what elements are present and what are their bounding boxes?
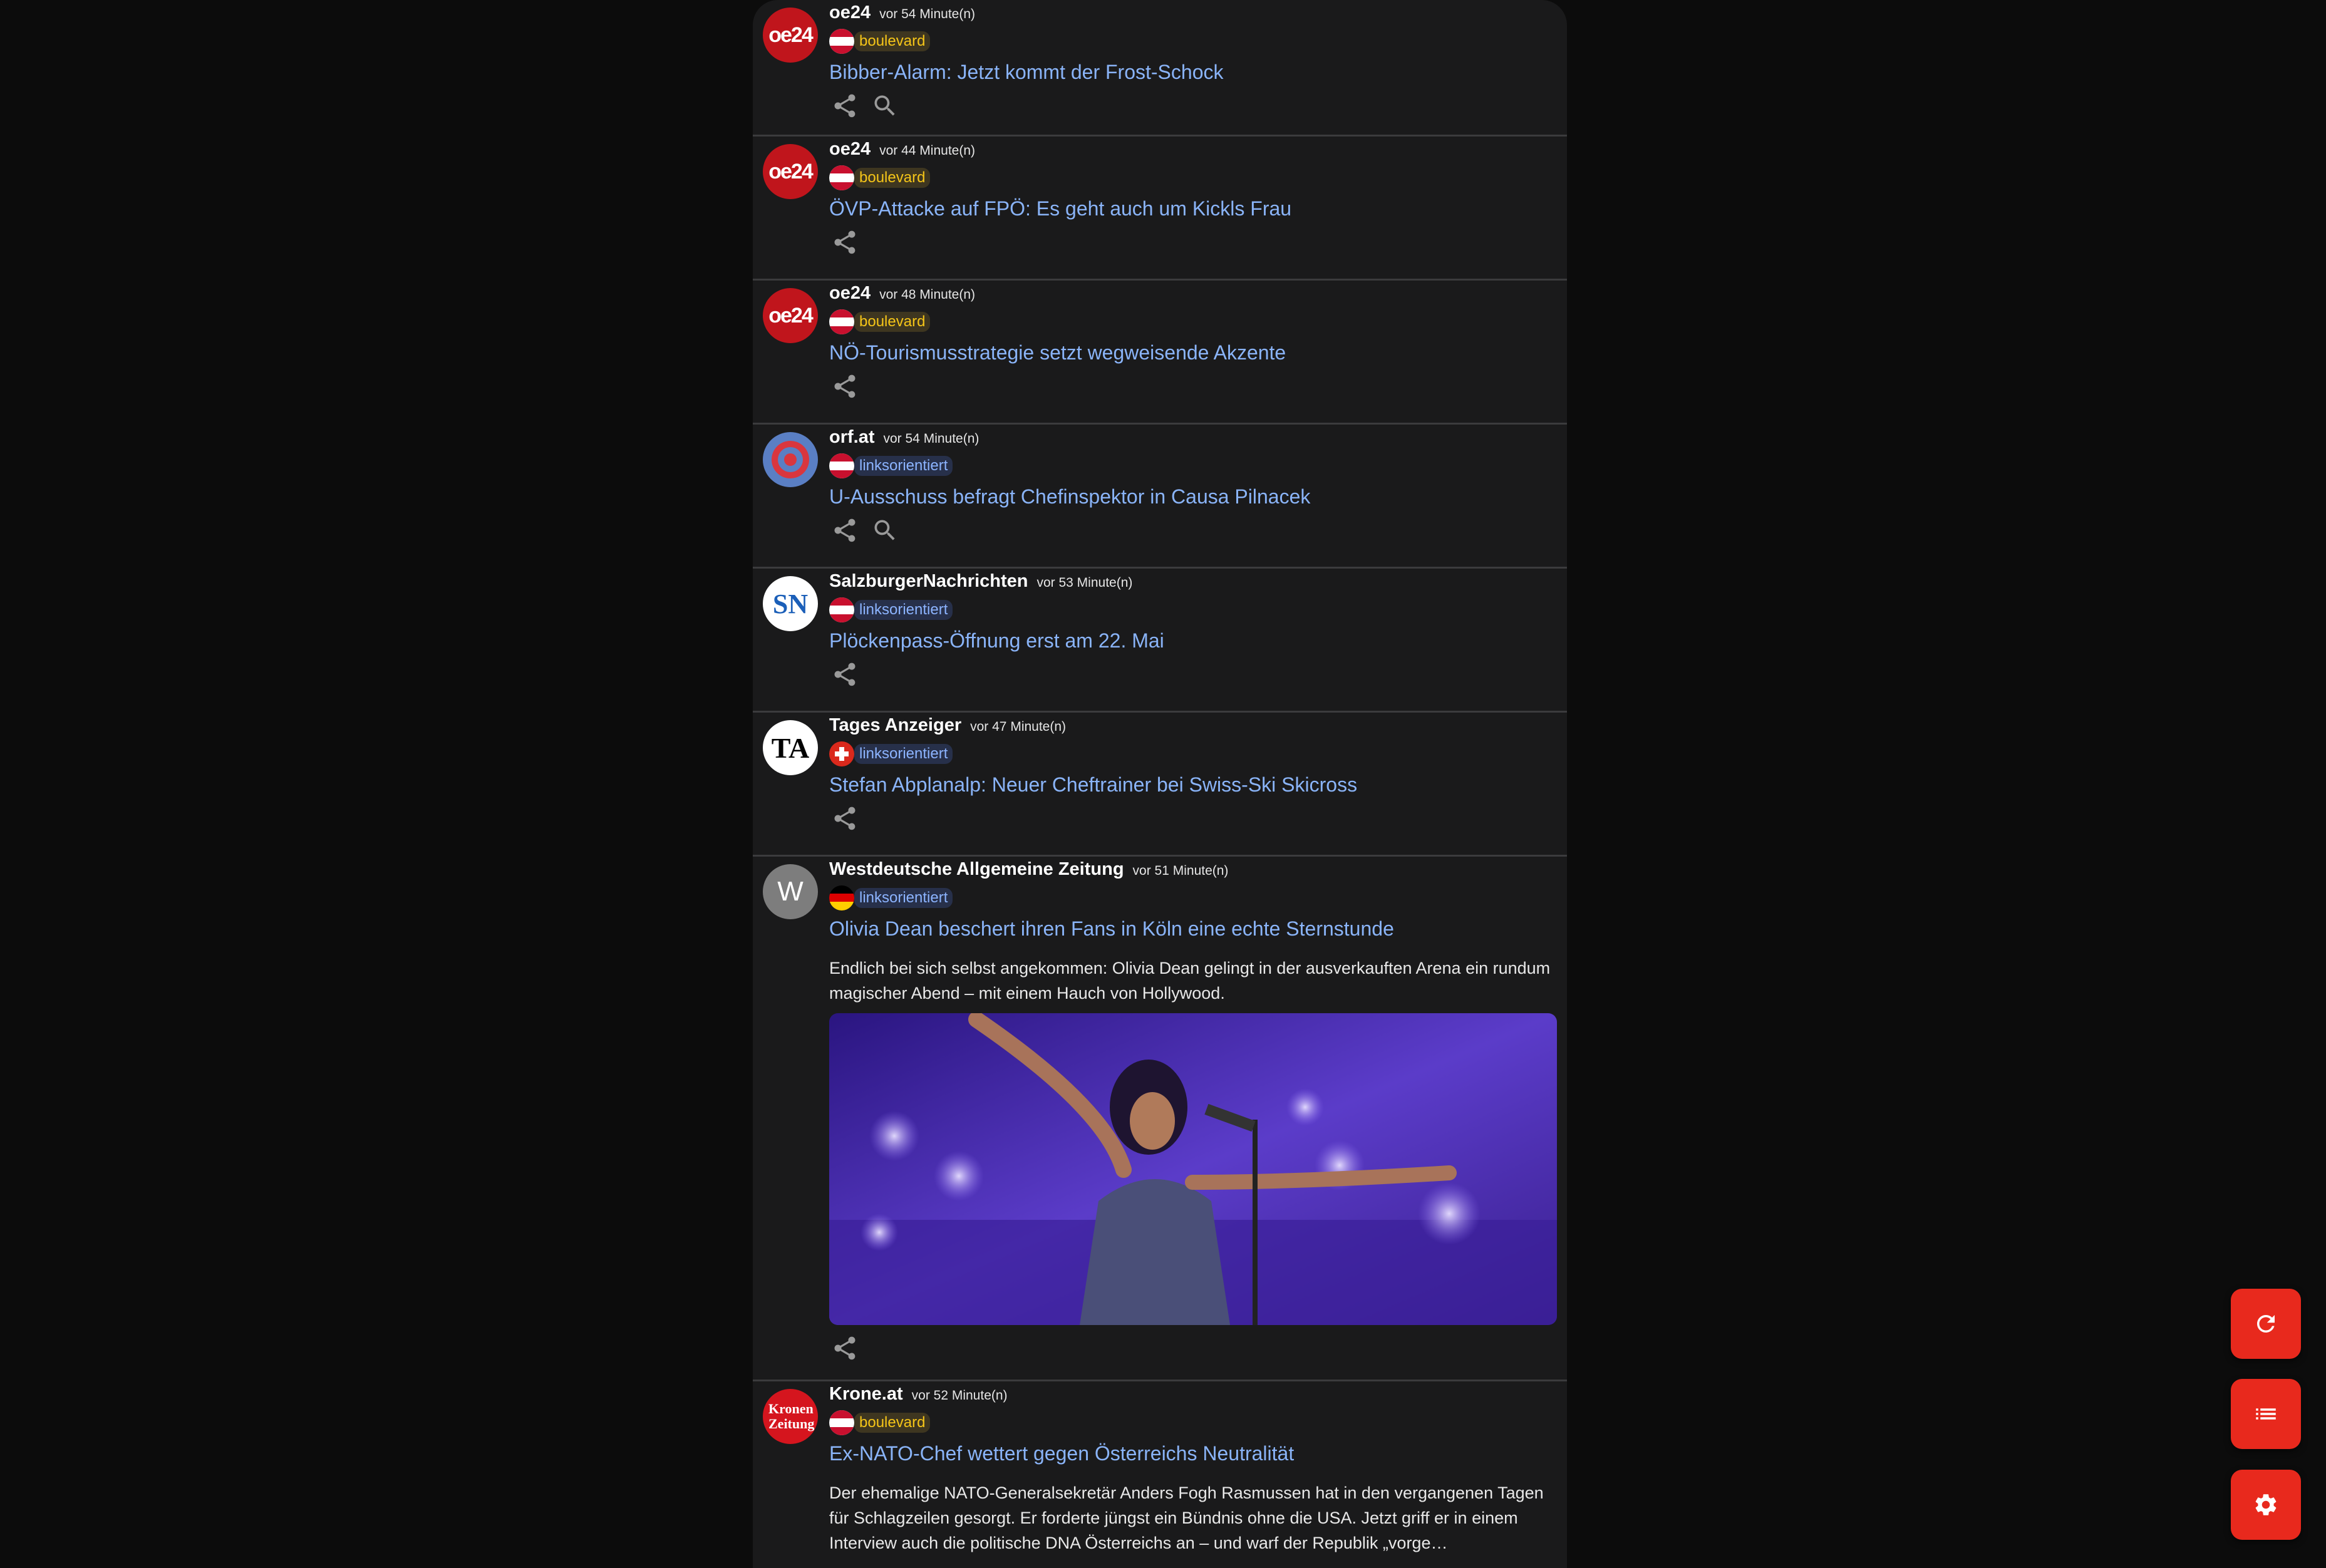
news-item[interactable]: TA Tages Anzeiger vor 47 Minute(n) links… xyxy=(753,713,1567,857)
concert-photo[interactable] xyxy=(829,1013,1557,1325)
category-badge: linksorientiert xyxy=(854,888,953,908)
oe24-logo: oe24 xyxy=(763,288,818,343)
austria-flag-icon xyxy=(829,29,854,54)
timestamp: vor 53 Minute(n) xyxy=(1036,575,1133,590)
waz-avatar: W xyxy=(763,864,818,919)
germany-flag-icon xyxy=(829,885,854,910)
headline-link[interactable]: Plöckenpass-Öffnung erst am 22. Mai xyxy=(829,626,1557,655)
oe24-logo: oe24 xyxy=(763,8,818,63)
news-item[interactable]: oe24 oe24 vor 44 Minute(n) boulevard ÖVP… xyxy=(753,137,1567,281)
refresh-icon xyxy=(2257,1315,2275,1333)
category-badge: linksorientiert xyxy=(854,456,953,476)
share-icon[interactable] xyxy=(829,1333,861,1364)
news-item[interactable]: oe24 oe24 vor 54 Minute(n) boulevard Bib… xyxy=(753,0,1567,137)
category-badge: linksorientiert xyxy=(854,600,953,620)
source-name: orf.at xyxy=(829,427,875,447)
list-button[interactable] xyxy=(2231,1379,2301,1449)
share-icon[interactable] xyxy=(829,227,861,258)
news-item[interactable]: oe24 oe24 vor 48 Minute(n) boulevard NÖ-… xyxy=(753,281,1567,425)
austria-flag-icon xyxy=(829,165,854,190)
source-name: oe24 xyxy=(829,283,871,303)
news-item[interactable]: W Westdeutsche Allgemeine Zeitung vor 51… xyxy=(753,857,1567,1381)
timestamp: vor 52 Minute(n) xyxy=(911,1388,1008,1403)
share-icon[interactable] xyxy=(829,803,861,834)
ta-logo-text: TA xyxy=(771,731,810,764)
headline-link[interactable]: ÖVP-Attacke auf FPÖ: Es geht auch um Kic… xyxy=(829,194,1557,223)
gear-icon xyxy=(2255,1494,2277,1515)
news-feed: oe24 oe24 vor 54 Minute(n) boulevard Bib… xyxy=(753,0,1567,1568)
source-name: Westdeutsche Allgemeine Zeitung xyxy=(829,859,1124,879)
austria-flag-icon xyxy=(829,1410,854,1435)
category-badge: boulevard xyxy=(854,168,931,188)
category-badge: boulevard xyxy=(854,31,931,51)
oe24-logo-text: oe24 xyxy=(768,23,813,47)
timestamp: vor 54 Minute(n) xyxy=(883,431,980,446)
sn-logo-text: SN xyxy=(772,588,809,619)
austria-flag-icon xyxy=(829,453,854,478)
timestamp: vor 44 Minute(n) xyxy=(879,143,976,158)
switzerland-flag-icon xyxy=(829,741,854,766)
headline-link[interactable]: U-Ausschuss befragt Chefinspektor in Cau… xyxy=(829,482,1557,511)
search-icon[interactable] xyxy=(869,90,901,121)
austria-flag-icon xyxy=(829,597,854,622)
timestamp: vor 54 Minute(n) xyxy=(879,7,976,21)
share-icon[interactable] xyxy=(829,371,861,402)
settings-button[interactable] xyxy=(2231,1470,2301,1540)
category-badge: boulevard xyxy=(854,1413,931,1433)
share-icon[interactable] xyxy=(829,515,861,546)
krone-logo-text: Kronen Zeitung xyxy=(768,1401,815,1431)
category-badge: linksorientiert xyxy=(854,744,953,764)
headline-link[interactable]: Stefan Abplanalp: Neuer Cheftrainer bei … xyxy=(829,770,1557,799)
headline-link[interactable]: Olivia Dean beschert ihren Fans in Köln … xyxy=(829,914,1557,943)
source-name: Tages Anzeiger xyxy=(829,715,962,735)
oe24-logo-text: oe24 xyxy=(768,159,813,183)
waz-avatar-letter: W xyxy=(777,876,804,907)
source-name: Krone.at xyxy=(829,1384,903,1404)
sn-logo: SN xyxy=(763,576,818,631)
headline-link[interactable]: NÖ-Tourismusstrategie setzt wegweisende … xyxy=(829,338,1557,367)
orf-logo xyxy=(763,432,818,487)
orf-logo-icon xyxy=(765,435,815,485)
news-item[interactable]: orf.at vor 54 Minute(n) linksorientiert … xyxy=(753,425,1567,569)
article-description: Der ehemalige NATO-Generalsekretär Ander… xyxy=(829,1483,1544,1552)
refresh-button[interactable] xyxy=(2231,1289,2301,1359)
ta-logo: TA xyxy=(763,720,818,775)
list-icon xyxy=(2256,1408,2276,1420)
austria-flag-icon xyxy=(829,309,854,334)
source-name: oe24 xyxy=(829,3,871,23)
oe24-logo: oe24 xyxy=(763,144,818,199)
news-item[interactable]: Kronen Zeitung Krone.at vor 52 Minute(n)… xyxy=(753,1381,1567,1568)
timestamp: vor 47 Minute(n) xyxy=(970,720,1067,734)
share-icon[interactable] xyxy=(829,90,861,121)
source-name: oe24 xyxy=(829,139,871,159)
search-icon[interactable] xyxy=(869,515,901,546)
headline-link[interactable]: Bibber-Alarm: Jetzt kommt der Frost-Scho… xyxy=(829,58,1557,86)
timestamp: vor 51 Minute(n) xyxy=(1132,864,1229,878)
krone-logo: Kronen Zeitung xyxy=(763,1389,818,1444)
share-icon[interactable] xyxy=(829,659,861,690)
oe24-logo-text: oe24 xyxy=(768,303,813,328)
article-description: Endlich bei sich selbst angekommen: Oliv… xyxy=(829,959,1551,1003)
source-name: SalzburgerNachrichten xyxy=(829,571,1028,591)
category-badge: boulevard xyxy=(854,312,931,332)
timestamp: vor 48 Minute(n) xyxy=(879,287,976,302)
headline-link[interactable]: Ex-NATO-Chef wettert gegen Österreichs N… xyxy=(829,1439,1557,1468)
news-item[interactable]: SN SalzburgerNachrichten vor 53 Minute(n… xyxy=(753,569,1567,713)
